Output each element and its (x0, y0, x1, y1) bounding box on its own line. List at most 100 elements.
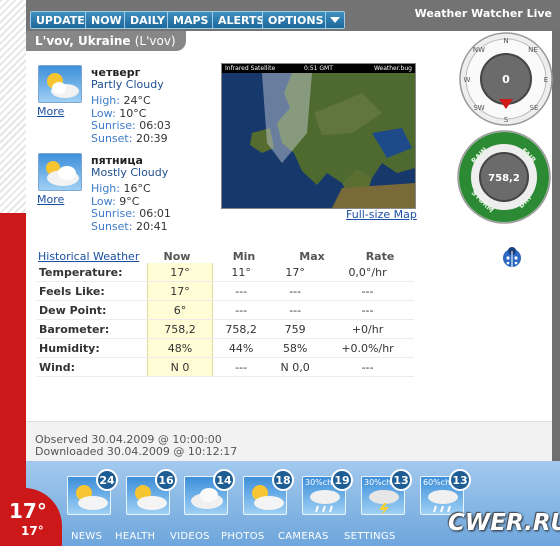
cell-rate: 0,0°/hr (321, 263, 414, 282)
compass-nw: NW (473, 46, 485, 54)
top-toolbar: UPDATE NOW DAILY MAPS ALERTS OPTIONS Wea… (26, 0, 560, 31)
cell-now: 17° (147, 281, 213, 301)
forecast-temp-badge: 16 (155, 469, 177, 491)
sunrise-label: Sunrise: (91, 207, 136, 220)
cell-min: --- (212, 300, 270, 320)
table-row: Humidity: 48% 44% 58% +0.0%/hr (36, 338, 414, 358)
compass-se: SE (530, 104, 539, 112)
cell-rate: --- (321, 300, 414, 320)
sunrise-value: 06:03 (139, 119, 171, 132)
status-footer: Observed 30.04.2009 @ 10:00:00 Downloade… (26, 421, 552, 462)
sunset-value: 20:41 (135, 220, 168, 233)
table-row: Barometer: 758,2 758,2 759 +0/hr (36, 319, 414, 339)
cell-min: --- (212, 281, 270, 301)
nav-videos[interactable]: VIDEOS (170, 531, 210, 542)
compass-s: S (504, 116, 509, 124)
wind-value: 0 (502, 73, 510, 86)
more-link-day2[interactable]: More (37, 193, 64, 206)
compass-ne: NE (528, 46, 538, 54)
sunset-label: Sunset: (91, 220, 133, 233)
full-size-map-link[interactable]: Full-size Map (346, 208, 417, 221)
high-label: High: (91, 94, 120, 107)
high-value: 16°C (123, 182, 151, 195)
compass-n: N (503, 37, 508, 45)
satellite-map[interactable]: Infrared Satellite 0:51 GMT Weather.bug (221, 63, 416, 209)
forecast-temp-badge: 14 (213, 469, 235, 491)
chevron-down-icon (330, 17, 340, 23)
forecast-day2-sunset: Sunset: 20:41 (91, 220, 168, 233)
table-row: Wind: N 0 --- N 0,0 --- (36, 357, 414, 377)
nav-cameras[interactable]: CAMERAS (278, 531, 329, 542)
now-button[interactable]: NOW (85, 11, 128, 29)
cell-now: 758,2 (147, 319, 213, 339)
maps-button[interactable]: MAPS (167, 11, 215, 29)
cell-min: 11° (212, 263, 270, 282)
map-caption-right: Weather.bug (373, 65, 412, 72)
forecast-temp-badge: 13 (449, 469, 471, 491)
cell-now: 48% (147, 338, 213, 358)
table-row: Dew Point: 6° --- --- --- (36, 300, 414, 320)
forecast-day1-sunset: Sunset: 20:39 (91, 132, 168, 145)
map-caption-left: Infrared Satellite (225, 65, 276, 72)
forecast-day2-sunrise: Sunrise: 06:01 (91, 207, 171, 220)
location-tab: L'vov, Ukraine (L'vov) (26, 31, 186, 51)
more-link-day1[interactable]: More (37, 105, 64, 118)
daily-button[interactable]: DAILY (124, 11, 171, 29)
cell-now: N 0 (147, 357, 213, 377)
forecast-day2-high: High: 16°C (91, 182, 151, 195)
nav-news[interactable]: NEWS (71, 531, 102, 542)
header-max: Max (299, 250, 325, 263)
map-caption-mid: 0:51 GMT (304, 65, 333, 72)
cell-max: N 0,0 (269, 357, 322, 377)
cell-min: 758,2 (212, 319, 270, 339)
nav-photos[interactable]: PHOTOS (221, 531, 265, 542)
header-min: Min (232, 250, 256, 263)
sunset-value: 20:39 (135, 132, 168, 145)
forecast-temp-badge: 13 (390, 469, 412, 491)
barometer-gauge: RAIN FAIR STORM DRY 758,2 (457, 130, 551, 224)
forecast-day1-sunrise: Sunrise: 06:03 (91, 119, 171, 132)
row-label: Barometer: (36, 319, 148, 339)
cell-now: 6° (147, 300, 213, 320)
cell-max: --- (269, 281, 322, 301)
downloaded-text: Downloaded 30.04.2009 @ 10:12:17 (35, 445, 238, 458)
cell-max: --- (269, 300, 322, 320)
cell-rate: --- (321, 357, 414, 377)
wind-compass: N NE E SE S SW W NW 0 (459, 32, 553, 126)
nav-health[interactable]: HEALTH (115, 531, 155, 542)
cell-max: 58% (269, 338, 322, 358)
compass-e: E (544, 76, 548, 84)
sunrise-label: Sunrise: (91, 119, 136, 132)
watermark: CWER.RU (448, 510, 560, 536)
table-row: Temperature: 17° 11° 17° 0,0°/hr (36, 263, 414, 282)
location-alias: (L'vov) (134, 34, 176, 48)
high-label: High: (91, 182, 120, 195)
forecast-day1-high: High: 24°C (91, 94, 151, 107)
forecast-temp-badge: 24 (96, 469, 118, 491)
dropdown-arrow-button[interactable] (325, 11, 345, 29)
row-label: Temperature: (36, 263, 148, 282)
options-button[interactable]: OPTIONS (262, 11, 330, 29)
nav-settings[interactable]: SETTINGS (344, 531, 396, 542)
high-value: 24°C (123, 94, 151, 107)
forecast-temp-badge: 18 (272, 469, 294, 491)
historical-weather-link[interactable]: Historical Weather (38, 250, 139, 263)
weather-table: Temperature: 17° 11° 17° 0,0°/hr Feels L… (36, 263, 414, 377)
cell-max: 17° (269, 263, 322, 282)
row-label: Feels Like: (36, 281, 148, 301)
forecast-day2-condition: Mostly Cloudy (91, 166, 169, 179)
ladybug-icon[interactable] (501, 246, 523, 268)
map-caption: Infrared Satellite 0:51 GMT Weather.bug (222, 64, 415, 73)
cell-rate: --- (321, 281, 414, 301)
sunset-label: Sunset: (91, 132, 133, 145)
cell-rate: +0/hr (321, 319, 414, 339)
app-title: Weather Watcher Live (414, 7, 552, 20)
header-rate: Rate (365, 250, 395, 263)
partly-cloudy-icon (38, 65, 82, 103)
header-now: Now (163, 250, 191, 263)
table-row: Feels Like: 17° --- --- --- (36, 281, 414, 301)
update-button[interactable]: UPDATE (30, 11, 91, 29)
row-label: Humidity: (36, 338, 148, 358)
barometer-value: 758,2 (488, 173, 520, 184)
location-city: L'vov, Ukraine (35, 34, 131, 48)
